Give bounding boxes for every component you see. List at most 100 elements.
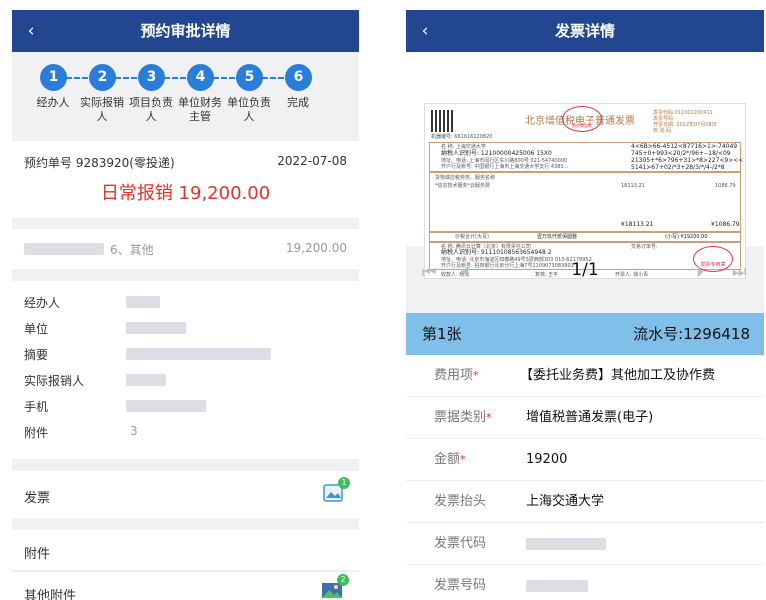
invoice-machine-no: 机器编号: 661616120820 bbox=[431, 134, 493, 140]
step-connector bbox=[262, 77, 284, 79]
page-indicator: 1/1 bbox=[571, 260, 599, 280]
total-words: 壹万玖仟贰佰圆整 bbox=[537, 234, 578, 240]
step-6-circle: 6 bbox=[285, 64, 312, 91]
invoice-image-area[interactable]: 机器编号: 661616120820 北京增值税电子普通发票 税务局监制 发票代… bbox=[406, 52, 764, 279]
left-header: ‹ 预约审批详情 bbox=[12, 10, 359, 52]
photo-icon[interactable]: 2 bbox=[321, 574, 349, 600]
invoice-check-code: 校 验 码: bbox=[653, 128, 673, 134]
redacted-text bbox=[126, 374, 166, 386]
field-label: 发票号码 bbox=[434, 578, 487, 593]
invoice-section-label: 发票 bbox=[24, 491, 51, 506]
other-attachment-label: 其他附件 bbox=[24, 589, 77, 600]
sheet-header: 第1张 流水号:1296418 bbox=[406, 313, 764, 355]
approval-detail-screen: ‹ 预约审批详情 1 2 3 4 5 6 经办人 实际报销 人 项目负责 人 单… bbox=[12, 10, 359, 600]
redacted-text bbox=[126, 322, 186, 334]
field-label: 费用项* bbox=[434, 368, 479, 383]
attachment-count: 3 bbox=[130, 424, 138, 438]
step-3-label: 项目负责 人 bbox=[129, 96, 173, 123]
order-number: 预约单号 9283920(零投递) bbox=[24, 156, 175, 170]
serial-number: 流水号:1296418 bbox=[633, 325, 750, 343]
detail-label: 单位 bbox=[24, 322, 49, 336]
page-title: 发票详情 bbox=[554, 22, 615, 40]
expense-item-amount: 19,200.00 bbox=[285, 241, 347, 255]
field-label: 发票抬头 bbox=[434, 494, 487, 509]
invoice-badge: 1 bbox=[338, 477, 350, 489]
buyer-bank: 开户行及账号: 中国银行上海市上海交通大学支行 4383... bbox=[441, 164, 569, 170]
field-value: 增值税普通发票(电子) bbox=[526, 410, 654, 425]
expense-item-row[interactable]: 6、其他 19,200.00 bbox=[12, 229, 359, 269]
required-mark: * bbox=[473, 369, 479, 382]
item-tax: 1086.79 bbox=[715, 183, 736, 189]
detail-label: 实际报销人 bbox=[24, 374, 85, 388]
item-amount: 18113.21 bbox=[621, 183, 645, 189]
field-row-expense-item[interactable]: 费用项* 【委托业务费】其他加工及协作费 bbox=[406, 355, 764, 397]
item-name: *信息技术服务*云服务费 bbox=[435, 183, 491, 189]
subtotal-amount: ¥18113.21 bbox=[621, 221, 654, 228]
step-1-circle: 1 bbox=[40, 64, 67, 91]
step-1-label: 经办人 bbox=[36, 96, 70, 109]
detail-label: 附件 bbox=[24, 426, 49, 440]
step-5-circle: 5 bbox=[236, 64, 263, 91]
expense-title-amount: 日常报销 19,200.00 bbox=[100, 183, 271, 204]
invoice-section[interactable]: 发票 1 bbox=[12, 471, 359, 518]
field-row-amount[interactable]: 金额* 19200 bbox=[406, 439, 764, 481]
tax-seal-icon: 税务局监制 bbox=[562, 106, 602, 132]
step-6-label: 完成 bbox=[287, 96, 309, 109]
approval-steps: 1 2 3 4 5 6 经办人 实际报销 人 项目负责 人 单位财务 主管 单位… bbox=[12, 52, 359, 132]
order-date: 2022-07-08 bbox=[277, 154, 347, 168]
sheet-label: 第1张 bbox=[422, 325, 462, 343]
field-row-bill-type[interactable]: 票据类别* 增值税普通发票(电子) bbox=[406, 397, 764, 439]
field-label: 票据类别* bbox=[434, 410, 492, 425]
redacted-text bbox=[126, 296, 160, 308]
step-4-circle: 4 bbox=[187, 64, 214, 91]
redacted-text bbox=[526, 538, 606, 550]
step-connector bbox=[213, 77, 235, 79]
step-5-label: 单位负责 人 bbox=[227, 96, 271, 123]
redacted-text bbox=[126, 348, 271, 360]
detail-label: 摘要 bbox=[24, 348, 49, 362]
field-value: 19200 bbox=[526, 452, 568, 467]
item-header: 货物或应税劳务、服务名称 bbox=[435, 175, 496, 181]
qr-code bbox=[431, 110, 453, 132]
step-2-label: 实际报销 人 bbox=[80, 96, 124, 123]
step-3-circle: 3 bbox=[138, 64, 165, 91]
field-row-invoice-header[interactable]: 发票抬头 上海交通大学 bbox=[406, 481, 764, 523]
summary-card: 预约单号 9283920(零投递) 2022-07-08 日常报销 19,200… bbox=[12, 141, 359, 218]
step-connector bbox=[66, 77, 88, 79]
items-frame bbox=[429, 172, 741, 232]
field-row-invoice-code[interactable]: 发票代码 bbox=[406, 523, 764, 565]
last-page-icon[interactable]: ⏭ bbox=[732, 262, 746, 282]
attachment-section[interactable]: 附件 bbox=[12, 530, 359, 570]
cipher-line: 5141>67+02/*3+28/3/*/4-/2*8 bbox=[631, 164, 725, 171]
total-small: (小写) ¥19200.00 bbox=[665, 234, 708, 240]
detail-card: 经办人 单位 摘要 实际报销人 手机 附件 3 bbox=[12, 281, 359, 459]
invoice-detail-screen: ‹ 发票详情 机器编号: 661616120820 北京增值税电子普通发票 税务… bbox=[406, 10, 764, 600]
redacted-text bbox=[126, 400, 206, 412]
attachment-section-label: 附件 bbox=[24, 547, 51, 562]
field-value: 上海交通大学 bbox=[526, 494, 605, 509]
detail-label: 手机 bbox=[24, 400, 49, 414]
next-page-icon[interactable]: ⏵ bbox=[696, 262, 704, 282]
step-2-circle: 2 bbox=[89, 64, 116, 91]
redacted-text bbox=[526, 580, 588, 592]
expense-item-name: 6、其他 bbox=[110, 243, 154, 257]
step-connector bbox=[164, 77, 186, 79]
required-mark: * bbox=[460, 453, 466, 466]
field-row-invoice-number[interactable]: 发票号码 bbox=[406, 565, 764, 600]
step-connector bbox=[115, 77, 137, 79]
subtotal-tax: ¥1086.79 bbox=[711, 221, 740, 228]
page-title: 预约审批详情 bbox=[140, 22, 231, 40]
buyer-tax-id: 纳税人识别号: 12100000425006 15X0 bbox=[441, 150, 552, 157]
field-value: 【委托业务费】其他加工及协作费 bbox=[520, 368, 716, 383]
image-icon[interactable]: 1 bbox=[323, 477, 350, 503]
pager-bar: ⏮ ⏴ 1/1 ⏵ ⏭ bbox=[406, 246, 764, 298]
required-mark: * bbox=[486, 411, 492, 424]
redacted-text bbox=[24, 243, 104, 255]
total-words-label: 价税合计(大写) bbox=[455, 234, 489, 240]
field-label: 发票代码 bbox=[434, 536, 487, 551]
other-attachment-badge: 2 bbox=[337, 574, 349, 586]
field-label: 金额* bbox=[434, 452, 466, 467]
detail-label: 经办人 bbox=[24, 296, 61, 310]
other-attachment-section[interactable]: 其他附件 2 bbox=[12, 571, 359, 600]
step-4-label: 单位财务 主管 bbox=[178, 96, 222, 123]
